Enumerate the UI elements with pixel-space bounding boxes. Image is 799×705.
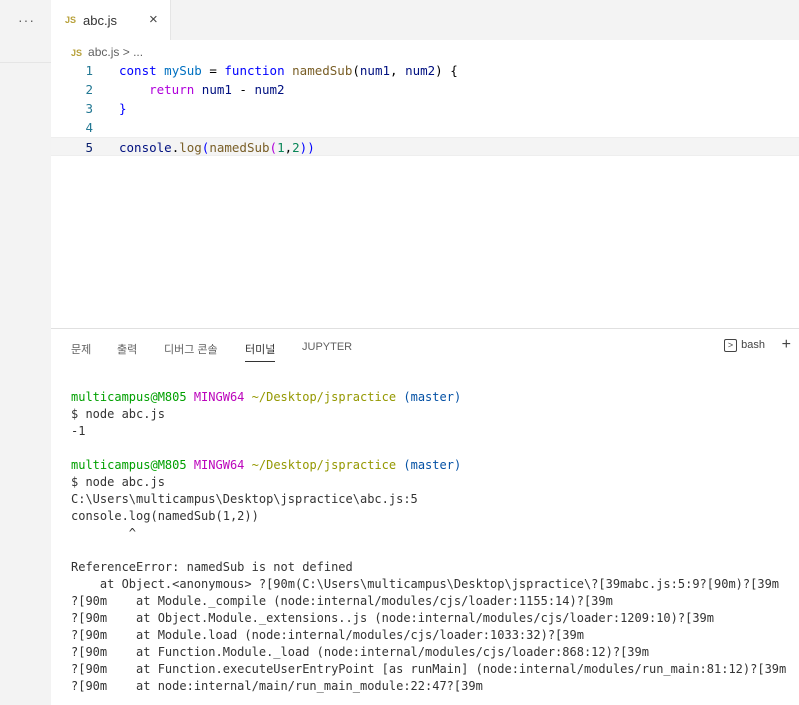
prompt-branch: (master) bbox=[403, 390, 462, 404]
breadcrumb-file[interactable]: abc.js bbox=[88, 45, 119, 59]
number: 1 bbox=[277, 140, 285, 155]
number: 2 bbox=[292, 140, 300, 155]
editor-tab-bar: JS abc.js × bbox=[51, 0, 799, 40]
function-name: namedSub bbox=[209, 140, 270, 155]
bottom-panel: 문제 출력 디버그 콘솔 터미널 JUPYTER > bash + multic… bbox=[51, 328, 799, 705]
tab-abc-js[interactable]: JS abc.js × bbox=[51, 0, 171, 40]
terminal-line: ?[90m at Object.Module._extensions..js (… bbox=[71, 611, 714, 625]
chevron-right-icon: > bbox=[122, 45, 130, 59]
terminal-line: ?[90m at node:internal/main/run_main_mod… bbox=[71, 679, 483, 693]
code-text[interactable]: } bbox=[119, 99, 127, 118]
tab-terminal[interactable]: 터미널 bbox=[245, 341, 276, 362]
identifier: num2 bbox=[254, 82, 285, 97]
prompt-path: ~/Desktop/jspractice bbox=[251, 458, 397, 472]
line-number: 4 bbox=[85, 120, 93, 135]
terminal-line: -1 bbox=[71, 424, 86, 438]
javascript-file-icon: JS bbox=[65, 15, 77, 25]
function-name: log bbox=[179, 140, 202, 155]
line-number: 5 bbox=[85, 140, 93, 155]
add-terminal-icon[interactable]: + bbox=[782, 336, 791, 354]
terminal-command: $ node abc.js bbox=[71, 475, 165, 489]
terminal-line: ReferenceError: namedSub is not defined bbox=[71, 560, 353, 574]
function-name: namedSub bbox=[292, 63, 353, 78]
terminal-line: ?[90m at Module._compile (node:internal/… bbox=[71, 594, 613, 608]
prompt-branch: (master) bbox=[403, 458, 462, 472]
prompt-user: multicampus@M805 bbox=[71, 458, 187, 472]
terminal-output[interactable]: multicampus@M805 MINGW64 ~/Desktop/jspra… bbox=[71, 389, 799, 695]
activity-strip: ··· bbox=[0, 0, 51, 705]
code-line[interactable]: 4 bbox=[51, 118, 799, 137]
terminal-line: ^ bbox=[71, 526, 137, 540]
breadcrumb-symbols[interactable]: ... bbox=[133, 45, 143, 59]
breadcrumb[interactable]: JS abc.js > ... bbox=[71, 45, 143, 59]
terminal-line: ?[90m at Module.load (node:internal/modu… bbox=[71, 628, 584, 642]
javascript-file-icon: JS bbox=[71, 48, 83, 58]
terminal-line: at Object.<anonymous> ?[90m(C:\Users\mul… bbox=[71, 577, 780, 591]
line-number: 1 bbox=[85, 63, 93, 78]
tab-problems[interactable]: 문제 bbox=[71, 341, 91, 357]
terminal-line: C:\Users\multicampus\Desktop\jspractice\… bbox=[71, 492, 418, 506]
code-text[interactable]: console.log(namedSub(1,2)) bbox=[119, 138, 315, 157]
tab-output[interactable]: 출력 bbox=[117, 341, 137, 357]
code-text[interactable]: return num1 - num2 bbox=[119, 80, 285, 99]
code-editor[interactable]: JS abc.js > ... 1 const mySub = function … bbox=[51, 40, 799, 328]
tab-jupyter[interactable]: JUPYTER bbox=[302, 341, 352, 353]
tab-label: abc.js bbox=[83, 13, 117, 28]
code-line-current[interactable]: 5 console.log(namedSub(1,2)) bbox=[51, 137, 799, 156]
terminal-prompt: multicampus@M805 MINGW64 ~/Desktop/jspra… bbox=[71, 389, 799, 406]
terminal-line: ?[90m at Function.executeUserEntryPoint … bbox=[71, 662, 787, 676]
divider bbox=[0, 62, 51, 63]
line-number: 3 bbox=[85, 101, 93, 116]
operator: = bbox=[201, 63, 225, 78]
line-number: 2 bbox=[85, 82, 93, 97]
terminal-blank bbox=[71, 440, 799, 457]
prompt-path: ~/Desktop/jspractice bbox=[251, 390, 397, 404]
code-line[interactable]: 3 } bbox=[51, 99, 799, 118]
prompt-user: multicampus@M805 bbox=[71, 390, 187, 404]
tab-debug-console[interactable]: 디버그 콘솔 bbox=[164, 341, 218, 357]
punctuation: ) { bbox=[435, 63, 458, 78]
parameter: num2 bbox=[405, 63, 436, 78]
code-text[interactable]: const mySub = function namedSub(num1, nu… bbox=[119, 61, 458, 80]
terminal-prompt: multicampus@M805 MINGW64 ~/Desktop/jspra… bbox=[71, 457, 799, 474]
prompt-host: MINGW64 bbox=[193, 390, 245, 404]
keyword: return bbox=[149, 82, 195, 97]
terminal-line: console.log(namedSub(1,2)) bbox=[71, 509, 259, 523]
punctuation: )) bbox=[299, 140, 315, 155]
identifier: num1 bbox=[201, 82, 232, 97]
code-line[interactable]: 1 const mySub = function namedSub(num1, … bbox=[51, 61, 799, 80]
code-lines[interactable]: 1 const mySub = function namedSub(num1, … bbox=[51, 61, 799, 156]
more-actions-icon[interactable]: ··· bbox=[18, 12, 35, 28]
keyword: const bbox=[119, 63, 157, 78]
terminal-shell-name[interactable]: bash bbox=[741, 339, 765, 351]
operator: - bbox=[231, 82, 255, 97]
parameter: num1 bbox=[359, 63, 390, 78]
keyword: function bbox=[224, 63, 285, 78]
identifier: console bbox=[119, 140, 172, 155]
punctuation: , bbox=[284, 140, 293, 155]
terminal-icon[interactable]: > bbox=[724, 339, 737, 352]
prompt-host: MINGW64 bbox=[193, 458, 245, 472]
terminal-line: ?[90m at Function.Module._load (node:int… bbox=[71, 645, 649, 659]
close-icon[interactable]: × bbox=[149, 11, 158, 28]
terminal-command: $ node abc.js bbox=[71, 407, 165, 421]
identifier: mySub bbox=[164, 63, 202, 78]
punctuation: ( bbox=[269, 140, 278, 155]
code-line[interactable]: 2 return num1 - num2 bbox=[51, 80, 799, 99]
